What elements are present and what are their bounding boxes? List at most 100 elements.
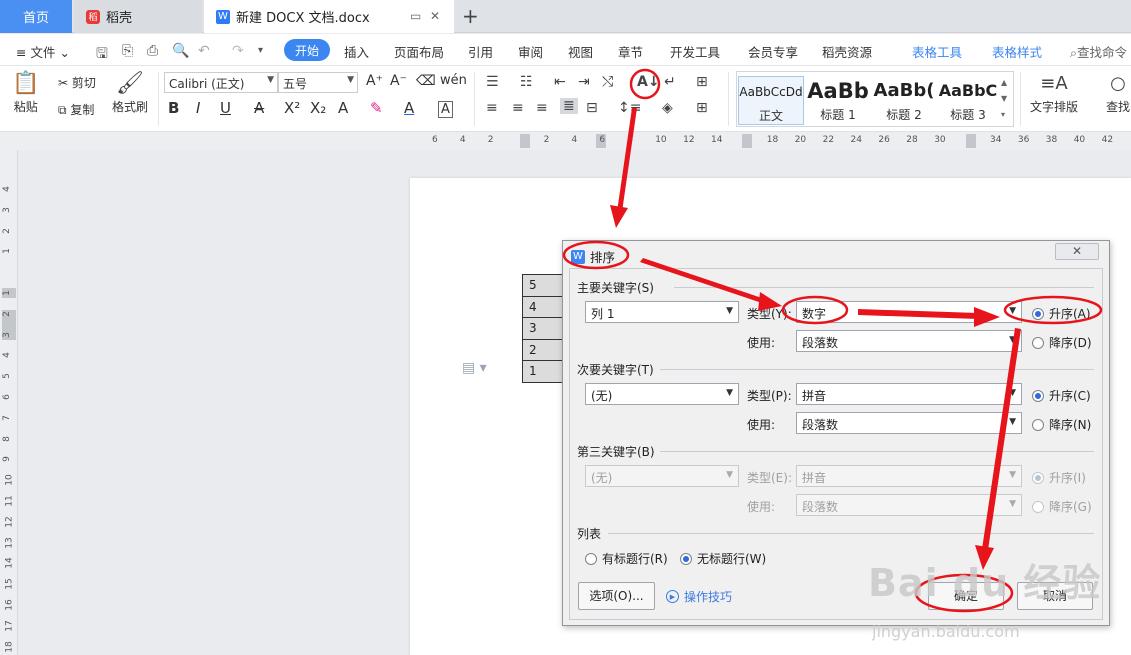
align-center-icon[interactable]: ≡ — [512, 100, 524, 116]
align-right-icon[interactable]: ≡ — [536, 100, 548, 116]
increase-indent-icon[interactable]: ⇥ — [578, 74, 590, 90]
distribute-icon[interactable]: ⊟ — [586, 100, 598, 116]
third-ascending-radio[interactable]: 升序(I) — [1032, 469, 1086, 486]
sort-icon[interactable]: A↓ — [637, 74, 660, 90]
table-cell[interactable]: 3 — [522, 317, 563, 340]
menu-chapter[interactable]: 章节 — [618, 42, 643, 61]
primary-descending-radio[interactable]: 降序(D) — [1032, 334, 1092, 351]
menu-references[interactable]: 引用 — [468, 42, 493, 61]
save-icon[interactable]: 🖫 — [96, 43, 108, 67]
highlight-icon[interactable]: ✎ — [370, 99, 383, 117]
italic-icon[interactable]: I — [196, 99, 200, 117]
style-heading-2[interactable]: AaBb( 标题 2 — [871, 76, 937, 123]
print-icon[interactable]: ⎙ — [147, 43, 158, 59]
menu-start[interactable]: 开始 — [284, 39, 330, 61]
print-preview-icon[interactable]: 🔍 — [172, 43, 189, 59]
strikethrough-icon[interactable]: A — [254, 99, 264, 117]
table-cell[interactable]: 5 — [522, 274, 563, 297]
font-size-select[interactable]: 五号 ▼ — [278, 72, 358, 93]
scroll-up-icon[interactable]: ▲ — [1001, 78, 1007, 87]
justify-icon[interactable]: ≣ — [560, 98, 578, 114]
char-border-icon[interactable]: A — [438, 101, 453, 118]
decrease-indent-icon[interactable]: ⇤ — [554, 74, 566, 90]
ruler-marker[interactable] — [742, 134, 752, 148]
grow-font-icon[interactable]: A⁺ — [366, 73, 383, 89]
secondary-ascending-radio[interactable]: 升序(C) — [1032, 387, 1091, 404]
tips-link[interactable]: ▶ 操作技巧 — [666, 588, 732, 605]
ruler-marker[interactable] — [520, 134, 530, 148]
secondary-use-select[interactable]: 段落数 ▼ — [796, 412, 1022, 434]
search-command[interactable]: ⌕查找命令 — [1070, 42, 1127, 61]
menu-developer[interactable]: 开发工具 — [670, 42, 720, 61]
third-column-select[interactable]: (无) ▼ — [585, 465, 739, 487]
bold-icon[interactable]: B — [168, 99, 179, 117]
line-spacing-icon[interactable]: ↕≡ — [618, 100, 641, 116]
ruler-marker[interactable] — [966, 134, 976, 148]
align-left-icon[interactable]: ≡ — [486, 100, 498, 116]
secondary-descending-radio[interactable]: 降序(N) — [1032, 416, 1091, 433]
third-type-select[interactable]: 拼音 ▼ — [796, 465, 1022, 487]
document-table[interactable]: 5 4 3 2 1 — [522, 274, 563, 383]
tab-ruler-icon[interactable]: ⊞ — [696, 74, 708, 90]
primary-column-select[interactable]: 列 1 ▼ — [585, 301, 739, 323]
more-styles-icon[interactable]: ▾ — [1001, 110, 1005, 119]
bullet-list-icon[interactable]: ☰ — [486, 74, 499, 90]
menu-page-layout[interactable]: 页面布局 — [394, 42, 444, 61]
secondary-column-select[interactable]: (无) ▼ — [585, 383, 739, 405]
file-menu[interactable]: ≡ 文件 ⌄ — [16, 42, 70, 61]
tab-home[interactable]: 首页 — [0, 0, 72, 33]
primary-use-select[interactable]: 段落数 ▼ — [796, 330, 1022, 352]
phonetic-guide-icon[interactable]: wén — [440, 73, 467, 88]
pin-tab-icon[interactable]: ▭ — [410, 9, 421, 23]
clear-format-icon[interactable]: ⌫ — [416, 73, 436, 89]
third-descending-radio[interactable]: 降序(G) — [1032, 498, 1092, 515]
tab-document[interactable]: W 新建 DOCX 文档.docx ▭ ✕ — [204, 0, 454, 33]
table-cell[interactable]: 2 — [522, 338, 563, 361]
undo-icon[interactable]: ↶ — [198, 43, 210, 59]
customize-toolbar-icon[interactable]: ▾ — [258, 45, 263, 56]
paragraph-layout-icon[interactable]: ▤ ▾ — [462, 360, 487, 376]
primary-type-select[interactable]: 数字 ▼ — [796, 301, 1022, 323]
options-button[interactable]: 选项(O)... — [578, 582, 655, 610]
font-color-icon[interactable]: A — [404, 99, 414, 117]
export-icon[interactable]: ⎘ — [122, 43, 133, 59]
format-painter-button[interactable]: 🖌 格式刷 — [112, 70, 148, 115]
menu-insert[interactable]: 插入 — [344, 42, 369, 61]
show-marks-icon[interactable]: ↵ — [664, 74, 676, 90]
superscript-icon[interactable]: X² — [284, 99, 300, 117]
menu-table-style[interactable]: 表格样式 — [992, 42, 1042, 61]
vertical-ruler[interactable]: 4 3 2 1 1 2 3 4 5 6 7 8 9 10 11 12 13 14 15 16 17 18 — [0, 150, 18, 655]
close-tab-icon[interactable]: ✕ — [430, 9, 440, 23]
has-header-radio[interactable]: 有标题行(R) — [585, 550, 668, 567]
menu-daoke-resources[interactable]: 稻壳资源 — [822, 42, 872, 61]
secondary-type-select[interactable]: 拼音 ▼ — [796, 383, 1022, 405]
menu-table-tools[interactable]: 表格工具 — [912, 42, 962, 61]
redo-icon[interactable]: ↷ — [232, 43, 244, 59]
chinese-layout-icon[interactable]: ⤭ — [602, 74, 613, 90]
text-layout-button[interactable]: ≡A 文字排版 — [1030, 70, 1078, 115]
style-heading-1[interactable]: AaBb 标题 1 — [805, 76, 871, 123]
copy-button[interactable]: ⧉ 复制 — [58, 101, 94, 118]
third-use-select[interactable]: 段落数 ▼ — [796, 494, 1022, 516]
primary-ascending-radio[interactable]: 升序(A) — [1032, 305, 1091, 322]
cut-button[interactable]: ✂ 剪切 — [58, 74, 96, 91]
scroll-down-icon[interactable]: ▼ — [1001, 94, 1007, 103]
shrink-font-icon[interactable]: A⁻ — [390, 73, 407, 89]
underline-icon[interactable]: U — [220, 99, 231, 117]
numbered-list-icon[interactable]: ☷ — [520, 74, 533, 90]
menu-member[interactable]: 会员专享 — [748, 42, 798, 61]
menu-view[interactable]: 视图 — [568, 42, 593, 61]
table-cell[interactable]: 1 — [522, 360, 563, 383]
paste-button[interactable]: 📋 粘贴 — [12, 70, 39, 115]
style-heading-3[interactable]: AaBbC 标题 3 — [935, 76, 1001, 123]
font-name-select[interactable]: Calibri (正文) ▼ — [164, 72, 278, 93]
menu-review[interactable]: 审阅 — [518, 42, 543, 61]
style-normal[interactable]: AaBbCcDd 正文 — [738, 76, 804, 125]
shading-icon[interactable]: ◈ — [662, 100, 673, 116]
new-tab-icon[interactable]: + — [462, 4, 479, 28]
tab-daoke[interactable]: 稻 稻壳 — [74, 0, 202, 33]
horizontal-ruler[interactable]: 6 4 2 2 4 6 8 10 12 14 18 20 22 24 26 28 30 34 36 38 40 42 — [0, 132, 1131, 150]
table-cell[interactable]: 4 — [522, 295, 563, 318]
text-effect-icon[interactable]: A — [338, 99, 348, 117]
borders-icon[interactable]: ⊞ — [696, 100, 708, 116]
